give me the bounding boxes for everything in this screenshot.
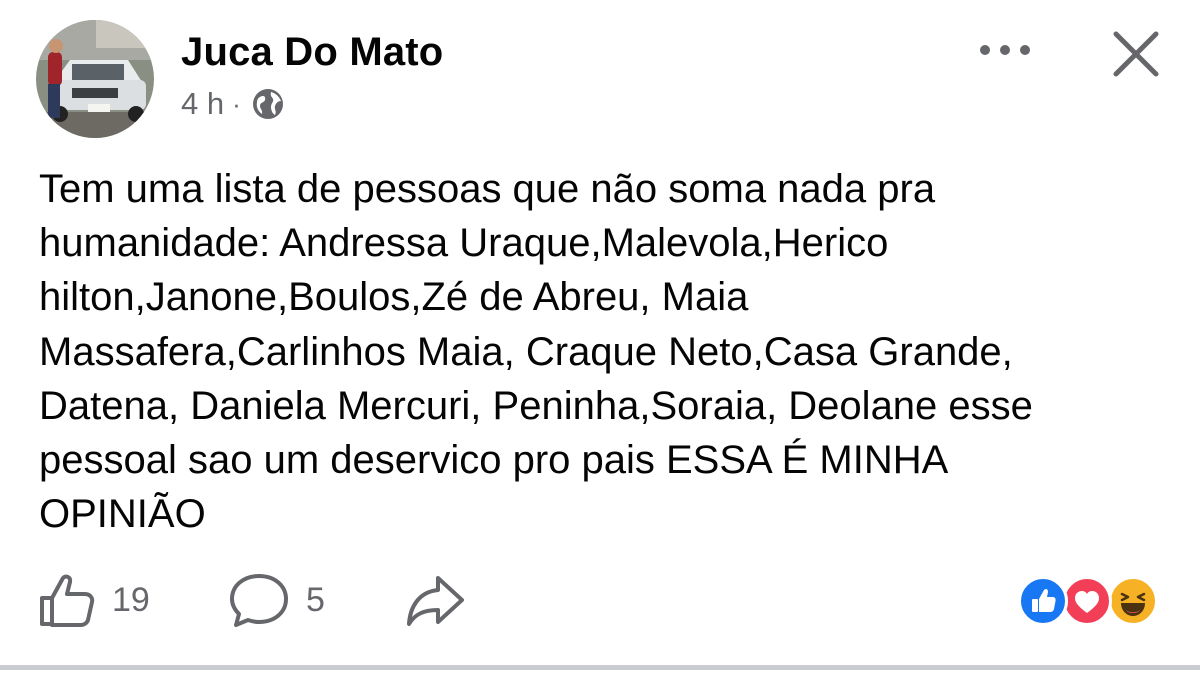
close-button[interactable]: [1104, 22, 1168, 86]
post-text: Tem uma lista de pessoas que não soma na…: [39, 167, 1033, 537]
globe-icon[interactable]: [251, 87, 285, 121]
haha-reaction-icon: [1108, 576, 1158, 626]
comment-count: 5: [306, 580, 325, 619]
like-count: 19: [112, 580, 150, 619]
post-timestamp[interactable]: 4 h: [181, 86, 224, 122]
comment-bubble-icon: [230, 574, 288, 627]
share-button[interactable]: [404, 570, 466, 630]
facebook-post: Juca Do Mato 4 h · Tem uma lista de pess…: [0, 0, 1200, 692]
comment-button[interactable]: 5: [228, 570, 325, 630]
post-meta: 4 h ·: [181, 86, 285, 122]
share-arrow-icon: [407, 576, 464, 626]
author-name[interactable]: Juca Do Mato: [181, 30, 443, 75]
close-icon: [1113, 31, 1159, 77]
avatar-photo: [36, 20, 154, 138]
meta-separator: ·: [232, 88, 241, 119]
post-divider: [0, 665, 1200, 670]
thumbs-up-icon: [40, 574, 95, 627]
like-reaction-icon: [1018, 576, 1068, 626]
more-options-button[interactable]: [970, 30, 1040, 70]
more-icon: [980, 45, 1030, 55]
love-reaction-icon: [1062, 576, 1112, 626]
author-avatar[interactable]: [36, 20, 154, 138]
like-button[interactable]: 19: [36, 570, 150, 630]
reaction-summary[interactable]: [1018, 576, 1168, 628]
